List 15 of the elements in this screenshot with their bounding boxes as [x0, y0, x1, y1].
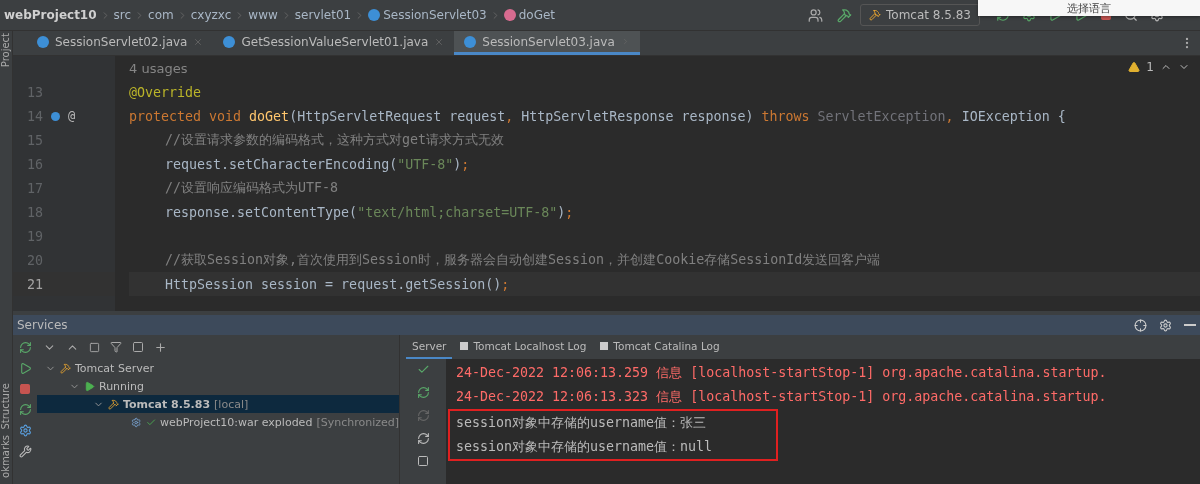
code-line: protected void doGet(HttpServletRequest request, HttpServletResponse response) throws ServletException, IOException { [129, 108, 1066, 124]
code-line: request.setCharacterEncoding("UTF-8"); [165, 156, 470, 172]
log-line: session对象中存储的username值：null [456, 438, 713, 456]
panel-title: Services [17, 318, 68, 332]
log-line: session对象中存储的username值：张三 [456, 414, 707, 432]
code-line: //获取Session对象,首次使用到Session时，服务器会自动创建Session，并创建Cookie存储SessionId发送回客户端 [165, 251, 881, 269]
line-number: 21 [27, 276, 43, 292]
code-line: HttpSession session = request.getSession(); [165, 276, 510, 292]
code-line: //设置请求参数的编码格式，这种方式对get请求方式无效 [165, 131, 505, 149]
code-line: response.setContentType("text/html;charset=UTF-8"); [165, 204, 574, 220]
language-dialog: 选择语言 [978, 0, 1200, 16]
code-line: //设置响应编码格式为UTF-8 [165, 179, 339, 197]
log-line: 24-Dec-2022 12:06:13.323 信息 [localhost-startStop-1] org.apache.catalina.startup. [456, 388, 1107, 406]
code-line: @Override [129, 84, 202, 100]
log-line: 24-Dec-2022 12:06:13.259 信息 [localhost-startStop-1] org.apache.catalina.startup. [456, 364, 1107, 382]
